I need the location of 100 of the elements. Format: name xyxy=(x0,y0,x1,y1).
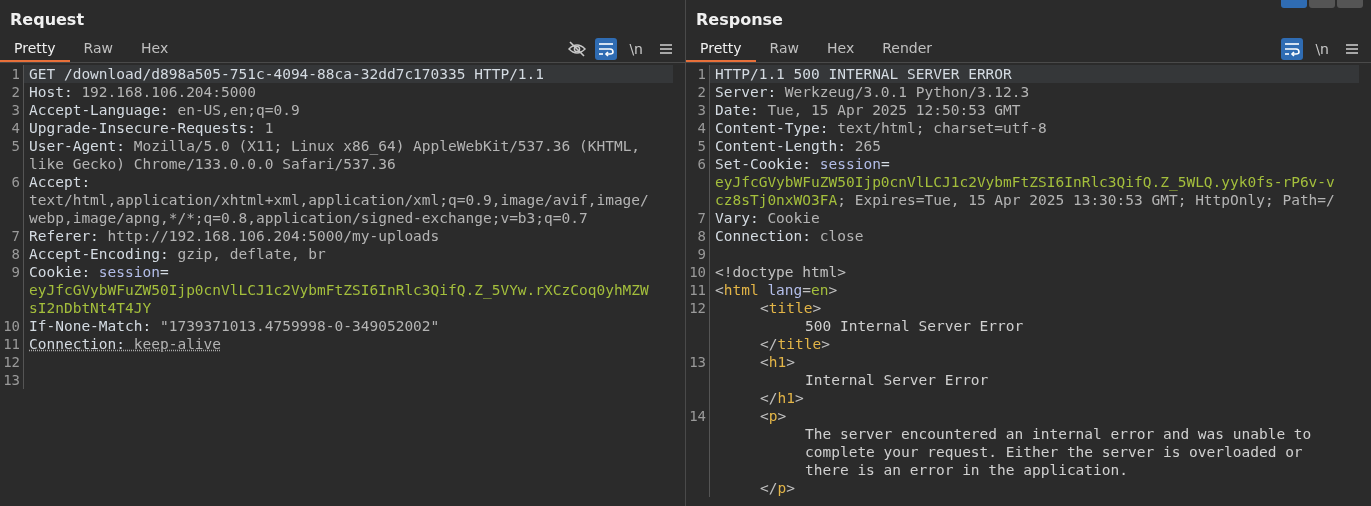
header-value: text/html; charset=utf-8 xyxy=(836,120,1047,136)
header-name: = xyxy=(880,156,890,172)
body-text: there is an error in the application. xyxy=(805,462,1128,478)
header-name: Accept-Language: xyxy=(29,102,169,118)
markup-text: < xyxy=(760,408,769,424)
line-number: 14 xyxy=(686,407,710,497)
markup-text: < xyxy=(760,354,769,370)
header-name: Accept: xyxy=(29,174,91,190)
cookie-value: eyJfcGVybWFuZW50Ijp0cnVlLCJ1c2VybmFtZSI6InRlc3QifQ.Z_5VYw.rXCzCoq0yhMZW xyxy=(29,282,649,298)
tab[interactable]: Raw xyxy=(69,36,127,62)
cookie-value: cz8sTj0nxWO3FA xyxy=(715,192,838,208)
header-value: Werkzeug/3.0.1 Python/3.12.3 xyxy=(783,84,1030,100)
wrap-lines-icon xyxy=(597,41,616,57)
line-number: 8 xyxy=(0,245,24,263)
line-number: 7 xyxy=(686,209,710,227)
tab[interactable]: Pretty xyxy=(686,36,756,62)
line-number: 6 xyxy=(686,155,710,209)
header-name: Connection: xyxy=(29,336,126,352)
header-name: If-None-Match: xyxy=(29,318,152,334)
tab[interactable]: Pretty xyxy=(0,36,70,62)
newline-toggle-button[interactable]: \n xyxy=(623,38,649,60)
header-value: ; Expires=Tue, 15 Apr 2025 13:30:53 GMT; HttpOnly; Path=/ xyxy=(837,192,1335,208)
markup-text: > xyxy=(786,354,795,370)
line-number: 9 xyxy=(0,263,24,317)
wrap-toggle-button[interactable] xyxy=(595,38,618,60)
line-number: 13 xyxy=(686,353,710,407)
line-number: 3 xyxy=(686,101,710,119)
menu-icon xyxy=(659,43,673,55)
line-number: 7 xyxy=(0,227,24,245)
tag-name: h1 xyxy=(768,354,787,370)
header-name: Server: xyxy=(715,84,777,100)
markup-text: > xyxy=(828,282,838,298)
panel-title: Request xyxy=(9,9,85,31)
markup-text: > xyxy=(821,336,830,352)
markup-text: = xyxy=(802,282,812,298)
newline-toggle-button[interactable]: \n xyxy=(1309,38,1335,60)
header-value: webp,image/apng,*/*;q=0.8,application/signed-exchange;v=b3;q=0.7 xyxy=(29,210,588,226)
markup-text: < xyxy=(760,300,769,316)
cookie-value: sI2nDbtNt4T4JY xyxy=(29,300,152,316)
panel-title: Response xyxy=(695,9,783,31)
tab[interactable]: Hex xyxy=(813,36,869,62)
line-number: 3 xyxy=(0,101,24,119)
header-value: close xyxy=(818,228,864,244)
markup-text: </ xyxy=(760,480,778,496)
tab[interactable]: Raw xyxy=(755,36,813,62)
line-number: 13 xyxy=(0,371,24,389)
body-text: complete your request. Either the server is overloaded or xyxy=(805,444,1303,460)
eye-slash-icon xyxy=(567,40,588,58)
markup-text: > xyxy=(786,480,795,496)
line-number: 4 xyxy=(686,119,710,137)
line-number: 11 xyxy=(686,281,710,299)
line-number: 6 xyxy=(0,173,24,227)
line-number: 5 xyxy=(0,137,24,173)
header-name: = xyxy=(159,264,169,280)
header-value: en-US,en;q=0.9 xyxy=(176,102,300,118)
line-number: 2 xyxy=(686,83,710,101)
header-value: keep-alive xyxy=(132,336,222,352)
attribute-value: en xyxy=(811,282,829,298)
tab[interactable]: Hex xyxy=(127,36,183,62)
line-number: 12 xyxy=(0,353,24,371)
body-text: Internal Server Error xyxy=(805,372,989,388)
header-value: gzip, deflate, br xyxy=(176,246,326,262)
header-name: Accept-Encoding: xyxy=(29,246,169,262)
header-value: Mozilla/5.0 (X11; Linux x86_64) AppleWebKit/537.36 (KHTML, xyxy=(132,138,641,154)
header-value: "1739371013.4759998-0-349052002" xyxy=(158,318,440,334)
header-name: Host: xyxy=(29,84,73,100)
markup-text: </ xyxy=(760,390,778,406)
header-value: 1 xyxy=(263,120,274,136)
header-name: HTTP/1.1 500 INTERNAL SERVER ERROR xyxy=(715,66,1012,82)
menu-icon xyxy=(1345,43,1359,55)
markup-text: > xyxy=(777,408,787,424)
header-value: text/html,application/xhtml+xml,application/xml;q=0.9,image/avif,image/ xyxy=(29,192,649,208)
line-number: 11 xyxy=(0,335,24,353)
line-number: 12 xyxy=(686,299,710,353)
header-name: User-Agent: xyxy=(29,138,126,154)
markup-text: <!doctype html> xyxy=(715,264,846,280)
wrap-toggle-button[interactable] xyxy=(1281,38,1304,60)
header-name: Date: xyxy=(715,102,759,118)
header-name: Referer: xyxy=(29,228,99,244)
body-text: The server encountered an internal error and was unable to xyxy=(805,426,1312,442)
header-name: Content-Length: xyxy=(715,138,846,154)
line-number: 5 xyxy=(686,137,710,155)
tag-name: p xyxy=(768,408,778,424)
tag-name: title xyxy=(768,300,813,316)
header-value: like Gecko) Chrome/133.0.0.0 Safari/537.36 xyxy=(29,156,396,172)
line-number: 10 xyxy=(0,317,24,335)
tag-name: h1 xyxy=(777,390,795,406)
tag-name: html xyxy=(723,282,759,298)
line-number: 10 xyxy=(686,263,710,281)
header-name: Cookie: xyxy=(29,264,91,280)
line-number: 8 xyxy=(686,227,710,245)
header-name: Connection: xyxy=(715,228,812,244)
header-name: GET /download/d898a505-751c-4094-88ca-32dd7c170335 HTTP/1.1 xyxy=(29,66,545,82)
header-name: Upgrade-Insecure-Requests: xyxy=(29,120,256,136)
header-value: Cookie xyxy=(766,210,820,226)
attribute-name: lang xyxy=(766,282,803,298)
line-number: 2 xyxy=(0,83,24,101)
markup-text: > xyxy=(794,390,804,406)
header-value: Tue, 15 Apr 2025 12:50:53 GMT xyxy=(766,102,1021,118)
tab[interactable]: Render xyxy=(868,36,946,62)
